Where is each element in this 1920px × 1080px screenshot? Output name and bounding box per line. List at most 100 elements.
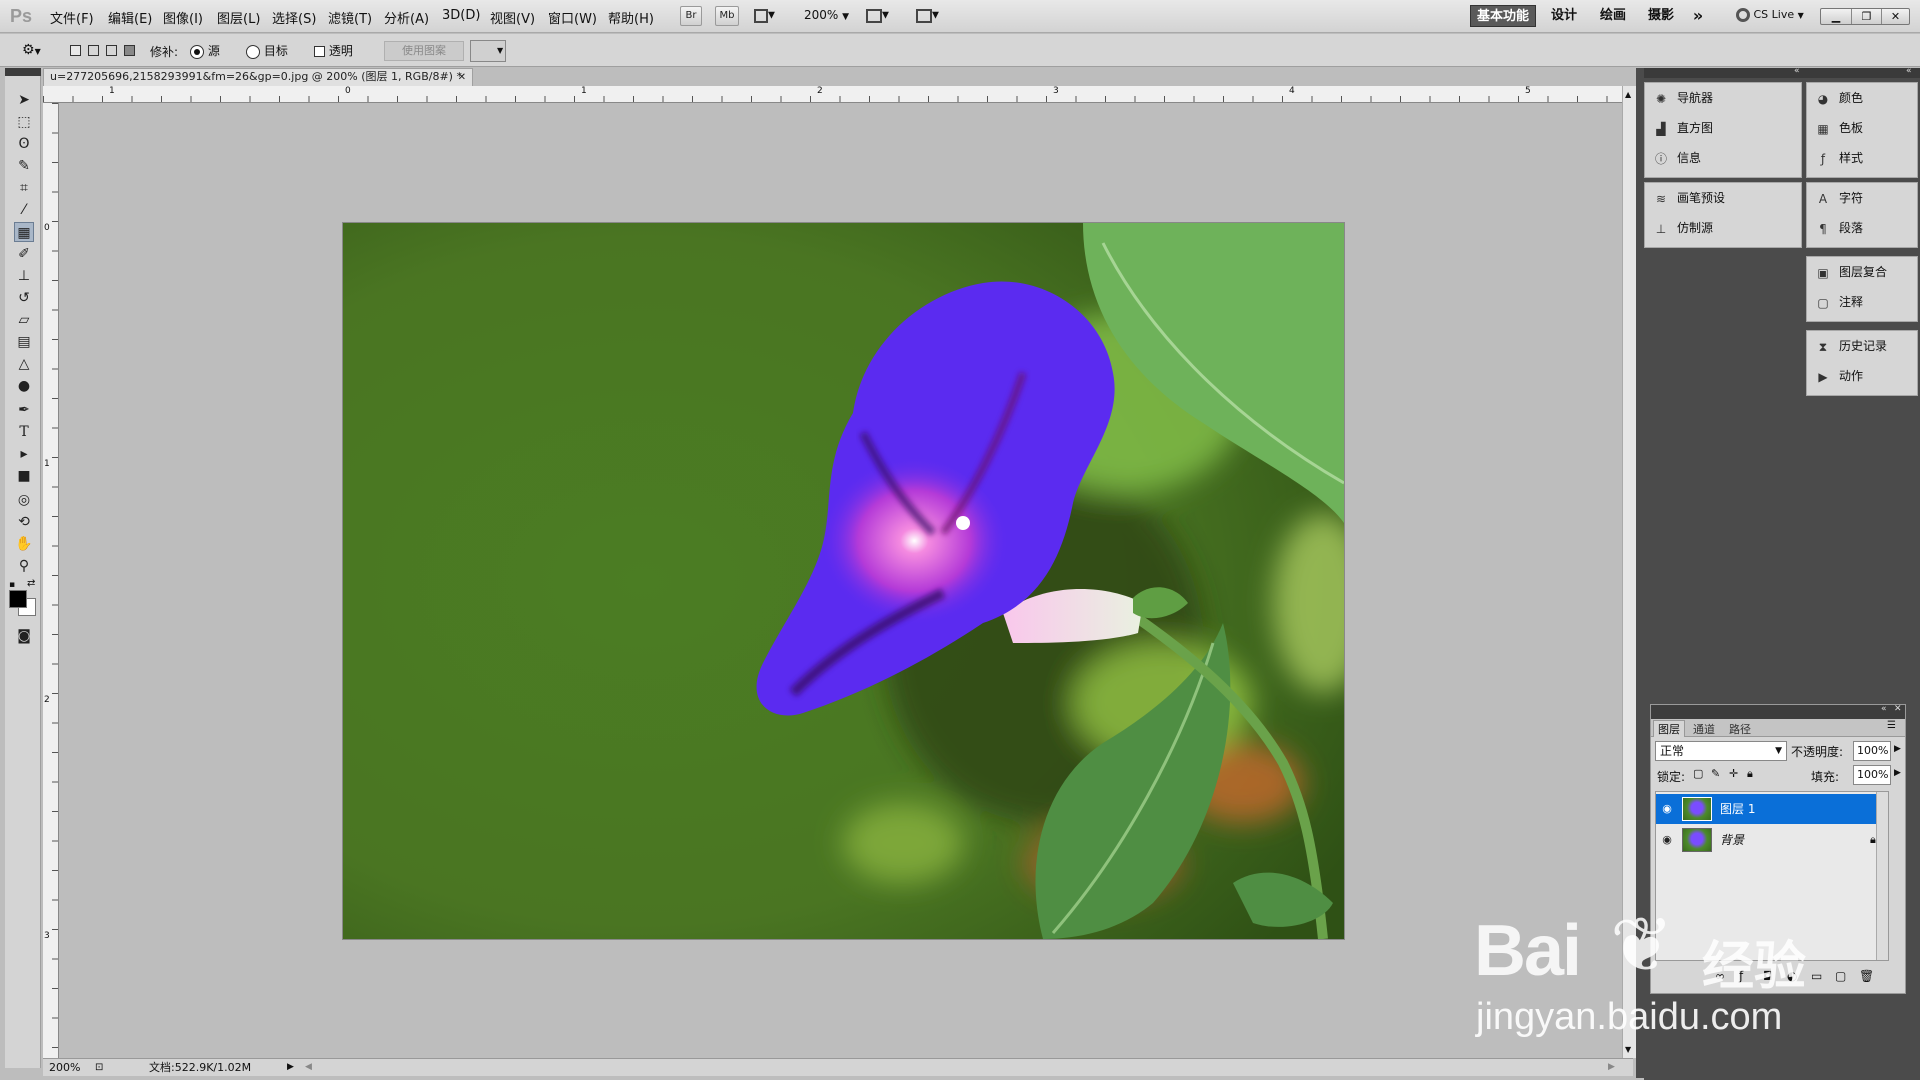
intersect-selection-icon[interactable] [124, 45, 135, 56]
status-menu-arrow-icon[interactable]: ▶ [287, 1059, 294, 1076]
use-pattern-button[interactable]: 使用图案 [384, 41, 464, 61]
add-mask-icon[interactable]: ◘ [1763, 969, 1773, 983]
tab-channels[interactable]: 通道 [1689, 721, 1719, 737]
quick-mask-icon[interactable]: ◙ [14, 626, 34, 646]
link-layers-icon[interactable]: ∞ [1715, 969, 1725, 983]
scroll-right-icon[interactable]: ▶ [1608, 1059, 1615, 1076]
collapse-icon[interactable]: « [1906, 66, 1912, 76]
close-icon[interactable]: ✕ [1881, 9, 1909, 24]
default-colors-icon[interactable]: ▪ [9, 580, 19, 590]
panel-color[interactable]: ◕ 颜色 [1807, 83, 1917, 113]
close-document-icon[interactable]: ✕ [458, 70, 466, 86]
panel-navigator[interactable]: ✺ 导航器 [1645, 83, 1801, 113]
lock-position-icon[interactable]: ✛ [1729, 767, 1738, 780]
status-zoom[interactable]: 200% [49, 1059, 80, 1076]
blur-tool-icon[interactable]: △ [14, 354, 34, 374]
menu-edit[interactable]: 编辑(E) [108, 8, 152, 27]
zoom-tool-icon[interactable]: ⚲ [14, 556, 34, 576]
restore-icon[interactable]: ❐ [1851, 9, 1881, 24]
delete-layer-icon[interactable]: 🗑︎ [1859, 969, 1874, 983]
cs-live-button[interactable]: CS Live ▼ [1736, 8, 1804, 22]
panel-paragraph[interactable]: ¶ 段落 [1807, 213, 1917, 243]
layer-name[interactable]: 图层 1 [1720, 794, 1755, 824]
type-tool-icon[interactable]: T [14, 422, 34, 442]
view-extras-dropdown[interactable]: ▼ [754, 8, 784, 24]
layer-name[interactable]: 背景 [1720, 825, 1744, 855]
menu-window[interactable]: 窗口(W) [548, 8, 597, 27]
scroll-down-icon[interactable]: ▼ [1625, 1045, 1631, 1054]
pen-tool-icon[interactable]: ✒ [14, 400, 34, 420]
source-radio[interactable]: 源 [190, 42, 220, 59]
layer-row-layer1[interactable]: ◉ 图层 1 [1656, 794, 1888, 824]
ruler-vertical[interactable]: 0 1 2 3 [43, 103, 59, 1058]
document-canvas-image[interactable] [343, 223, 1344, 939]
panel-history[interactable]: ⧗ 历史记录 [1807, 331, 1917, 361]
more-workspaces-button[interactable]: » [1688, 5, 1708, 27]
history-brush-tool-icon[interactable]: ↺ [14, 288, 34, 308]
eraser-tool-icon[interactable]: ▱ [14, 310, 34, 330]
panel-info[interactable]: ⓘ 信息 [1645, 143, 1801, 173]
layer-style-icon[interactable]: ƒ [1739, 969, 1743, 983]
visibility-eye-icon[interactable]: ◉ [1660, 802, 1674, 816]
panel-styles[interactable]: ƒ 样式 [1807, 143, 1917, 173]
panel-swatches[interactable]: ▦ 色板 [1807, 113, 1917, 143]
panel-menu-icon[interactable]: ☰ [1887, 720, 1896, 731]
menu-image[interactable]: 图像(I) [163, 8, 203, 27]
visibility-eye-icon[interactable]: ◉ [1660, 833, 1674, 847]
brush-tool-icon[interactable]: ✐ [14, 244, 34, 264]
minibridge-button[interactable]: Mb [715, 6, 739, 26]
panel-notes[interactable]: ▢ 注释 [1807, 287, 1917, 317]
panel-actions[interactable]: ▶ 动作 [1807, 361, 1917, 391]
lock-transparent-icon[interactable]: ▢ [1693, 767, 1703, 780]
menu-filter[interactable]: 滤镜(T) [328, 8, 372, 27]
patch-tool-icon[interactable]: ▦ [14, 222, 34, 242]
path-selection-tool-icon[interactable]: ▸ [14, 444, 34, 464]
opacity-input[interactable]: 100% [1853, 741, 1891, 761]
menu-3d[interactable]: 3D(D) [442, 8, 480, 23]
menu-layer[interactable]: 图层(L) [217, 8, 260, 27]
layers-scrollbar[interactable] [1876, 792, 1888, 960]
gradient-tool-icon[interactable]: ▤ [14, 332, 34, 352]
lock-pixels-icon[interactable]: ✎ [1711, 767, 1720, 780]
zoom-dropdown[interactable]: 200% ▼ [804, 8, 849, 22]
dock-header[interactable]: « « [1644, 66, 1920, 78]
crop-tool-icon[interactable]: ⌗ [14, 178, 34, 198]
clone-stamp-tool-icon[interactable]: ⊥ [14, 266, 34, 286]
screen-mode-dropdown[interactable]: ▼ [916, 8, 950, 24]
adjustment-layer-icon[interactable]: ◐ [1787, 969, 1797, 983]
document-tab[interactable]: u=277205696,2158293991&fm=26&gp=0.jpg @ … [43, 68, 473, 86]
eyedropper-tool-icon[interactable]: ⁄ [14, 200, 34, 220]
scroll-left-icon[interactable]: ◀ [305, 1059, 312, 1076]
panel-layer-comps[interactable]: ▣ 图层复合 [1807, 257, 1917, 287]
dodge-tool-icon[interactable]: ● [14, 376, 34, 396]
panel-clone-source[interactable]: ⊥ 仿制源 [1645, 213, 1801, 243]
menu-analysis[interactable]: 分析(A) [384, 8, 429, 27]
scroll-up-icon[interactable]: ▲ [1625, 90, 1631, 99]
vertical-scrollbar[interactable]: ▲ ▼ [1622, 86, 1636, 1058]
layer-row-background[interactable]: ◉ 背景 🔒︎ [1656, 825, 1888, 855]
add-selection-icon[interactable] [88, 45, 99, 56]
panel-brush-presets[interactable]: ≋ 画笔预设 [1645, 183, 1801, 213]
hand-tool-icon[interactable]: ✋ [14, 534, 34, 554]
menu-help[interactable]: 帮助(H) [608, 8, 654, 27]
workspace-design[interactable]: 设计 [1548, 5, 1580, 27]
opacity-slider-arrow-icon[interactable]: ▶ [1894, 744, 1901, 754]
foreground-color-swatch[interactable] [9, 590, 27, 608]
marquee-tool-icon[interactable]: ⬚ [14, 112, 34, 132]
lasso-tool-icon[interactable]: ʘ [14, 134, 34, 154]
panel-histogram[interactable]: ▟ 直方图 [1645, 113, 1801, 143]
transparent-checkbox[interactable]: 透明 [314, 42, 353, 59]
subtract-selection-icon[interactable] [106, 45, 117, 56]
panel-character[interactable]: A 字符 [1807, 183, 1917, 213]
tab-paths[interactable]: 路径 [1725, 721, 1755, 737]
fill-slider-arrow-icon[interactable]: ▶ [1894, 768, 1901, 778]
blend-mode-select[interactable]: 正常 ▼ [1655, 741, 1787, 761]
3d-rotate-tool-icon[interactable]: ◎ [14, 490, 34, 510]
workspace-painting[interactable]: 绘画 [1596, 5, 1630, 27]
status-preview-icon[interactable]: ⊡ [95, 1059, 103, 1076]
close-icon[interactable]: ✕ [1894, 704, 1902, 714]
new-selection-icon[interactable] [70, 45, 81, 56]
menu-file[interactable]: 文件(F) [50, 8, 94, 27]
menu-select[interactable]: 选择(S) [272, 8, 316, 27]
workspace-essentials[interactable]: 基本功能 [1470, 5, 1536, 27]
